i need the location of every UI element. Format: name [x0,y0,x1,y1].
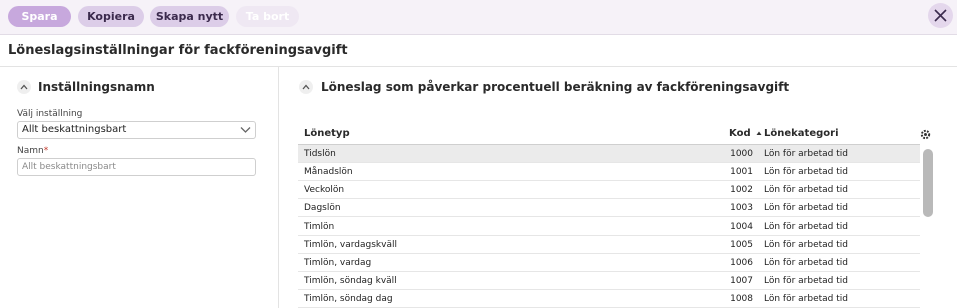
cell-kod: 1001 [730,167,753,177]
setting-select[interactable]: Allt beskattningsbart [17,121,256,139]
name-field[interactable]: Allt beskattningsbart [17,158,256,176]
delete-button[interactable]: Ta bort [236,6,299,27]
column-header-lonekategori[interactable]: Lönekategori [764,128,839,139]
sort-up-icon [756,131,762,135]
table-row[interactable]: Timlön, vardag 1006 Lön för arbetad tid [298,254,920,272]
section-title-settings-name: Inställningsnamn [38,80,155,94]
cell-kod: 1004 [730,222,753,232]
cell-lonetyp: Månadslön [304,167,353,177]
collapse-settings-name-button[interactable] [17,80,31,94]
table-row[interactable]: Veckolön 1002 Lön för arbetad tid [298,181,920,199]
table-row[interactable]: Månadslön 1001 Lön för arbetad tid [298,163,920,181]
close-button[interactable] [928,3,953,28]
close-icon [934,9,947,22]
cell-kod: 1007 [730,276,753,286]
cell-lonekategori: Lön för arbetad tid [764,258,848,268]
column-header-lonetyp[interactable]: Lönetyp [304,128,350,139]
collapse-wage-types-button[interactable] [299,80,313,94]
cell-kod: 1002 [730,185,753,195]
table-row[interactable]: Timlön, söndag dag 1008 Lön för arbetad … [298,290,920,308]
save-button[interactable]: Spara [8,6,71,27]
chevron-up-icon [20,84,28,90]
table-row[interactable]: Timlön, vardagskväll 1005 Lön för arbeta… [298,236,920,254]
cell-lonetyp: Dagslön [304,203,341,213]
cell-kod: 1005 [730,240,753,250]
cell-lonekategori: Lön för arbetad tid [764,222,848,232]
gear-icon[interactable] [920,129,931,140]
section-title-wage-types: Löneslag som påverkar procentuell beräkn… [321,80,790,94]
cell-lonekategori: Lön för arbetad tid [764,203,848,213]
page-title: Löneslagsinställningar för fackförenings… [8,43,348,58]
cell-lonekategori: Lön för arbetad tid [764,294,848,304]
cell-kod: 1000 [730,149,753,159]
cell-lonekategori: Lön för arbetad tid [764,167,848,177]
chevron-down-icon [240,127,251,133]
cell-kod: 1003 [730,203,753,213]
cell-lonekategori: Lön för arbetad tid [764,240,848,250]
setting-select-value: Allt beskattningsbart [22,124,127,135]
chevron-up-icon [302,84,310,90]
cell-kod: 1006 [730,258,753,268]
cell-lonetyp: Timlön [304,222,335,232]
toolbar: Spara Kopiera Skapa nytt Ta bort [0,0,957,35]
panel-divider [278,67,279,308]
cell-lonetyp: Timlön, vardag [304,258,372,268]
table-row[interactable]: Tidslön 1000 Lön för arbetad tid [298,145,920,163]
cell-lonetyp: Tidslön [304,149,336,159]
select-setting-label: Välj inställning [17,109,83,119]
cell-lonekategori: Lön för arbetad tid [764,276,848,286]
table-row[interactable]: Timlön 1004 Lön för arbetad tid [298,218,920,236]
table-scrollbar[interactable] [923,149,933,217]
cell-lonetyp: Timlön, söndag kväll [304,276,397,286]
cell-kod: 1008 [730,294,753,304]
table-row[interactable]: Dagslön 1003 Lön för arbetad tid [298,199,920,217]
create-new-button[interactable]: Skapa nytt [150,6,229,27]
cell-lonetyp: Timlön, vardagskväll [304,240,397,250]
table-row[interactable]: Timlön, söndag kväll 1007 Lön för arbeta… [298,272,920,290]
column-header-kod[interactable]: Kod [729,128,762,139]
name-label: Namn* [17,146,49,156]
cell-lonekategori: Lön för arbetad tid [764,185,848,195]
cell-lonetyp: Timlön, söndag dag [304,294,393,304]
cell-lonekategori: Lön för arbetad tid [764,149,848,159]
copy-button[interactable]: Kopiera [78,6,144,27]
cell-lonetyp: Veckolön [304,185,345,195]
divider [0,66,957,67]
